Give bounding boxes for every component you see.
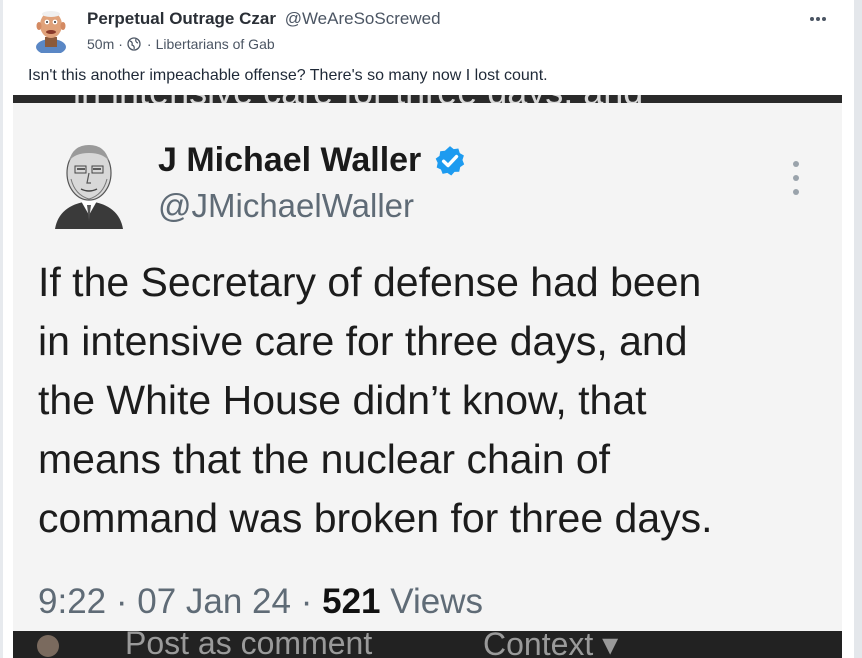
embed-bottom-bar: Post as comment Context ▾: [13, 631, 842, 658]
left-border: [0, 0, 3, 658]
tweet-body-line: If the Secretary of defense had been: [38, 259, 702, 305]
embedded-tweet-image[interactable]: in intensive care for three days, and: [13, 95, 842, 658]
author-line: Perpetual Outrage Czar @WeAreSoScrewed: [87, 9, 441, 29]
tweet-avatar-portrait: [53, 135, 125, 229]
more-options-button[interactable]: [808, 12, 828, 26]
tweet-body-line: in intensive care for three days, and: [38, 318, 688, 364]
tweet-more-dot: [793, 189, 799, 195]
post-time[interactable]: 50m: [87, 36, 114, 52]
gab-post: Perpetual Outrage Czar @WeAreSoScrewed 5…: [0, 0, 862, 658]
tweet-more-dot: [793, 175, 799, 181]
tweet-author-name-text: J Michael Waller: [158, 141, 422, 179]
tweet-author-handle: @JMichaelWaller: [158, 187, 414, 224]
tweet-date: 07 Jan 24: [137, 582, 291, 621]
post-meta: 50m · · Libertarians of Gab: [87, 36, 275, 52]
tweet-author-name: J Michael Waller: [158, 141, 467, 180]
tweet-footer: 9:22 · 07 Jan 24 · 521 Views: [38, 582, 483, 622]
more-vertical-icon: [791, 161, 801, 195]
more-horizontal-icon: [810, 17, 814, 21]
post-header: Perpetual Outrage Czar @WeAreSoScrewed 5…: [30, 5, 830, 55]
avatar-image: [30, 7, 74, 53]
more-dot: [816, 17, 820, 21]
tweet-views-count: 521: [322, 582, 381, 621]
group-link[interactable]: Libertarians of Gab: [156, 36, 275, 52]
tweet-body: If the Secretary of defense had been in …: [38, 253, 828, 548]
bottom-avatar: [37, 635, 59, 657]
meta-separator: ·: [146, 36, 152, 52]
tweet-separator: ·: [300, 582, 313, 621]
right-border: [854, 0, 862, 658]
tweet-body-line: the White House didn’t know, that: [38, 377, 647, 423]
tweet-more-dot: [793, 161, 799, 167]
tweet-separator: ·: [115, 582, 128, 621]
tweet-avatar: [53, 135, 125, 229]
tweet-body-line: command was broken for three days.: [38, 495, 713, 541]
embed-top-strip: in intensive care for three days, and: [13, 95, 842, 103]
embed-top-strip-text: in intensive care for three days, and: [73, 95, 643, 103]
tweet-time: 9:22: [38, 582, 107, 621]
tweet-views-label: Views: [390, 582, 483, 621]
meta-separator: ·: [118, 36, 123, 52]
tweet-body-line: means that the nuclear chain of: [38, 436, 611, 482]
more-dot: [822, 17, 826, 21]
verified-badge-icon: [435, 145, 465, 175]
globe-icon: [127, 37, 141, 51]
post-body: Isn't this another impeachable offense? …: [28, 67, 548, 84]
author-name[interactable]: Perpetual Outrage Czar: [87, 9, 276, 28]
avatar[interactable]: [30, 7, 74, 53]
context-label: Context ▾: [483, 631, 619, 658]
tweet-card: J Michael Waller @JMichaelWaller If the …: [13, 103, 842, 631]
author-handle[interactable]: @WeAreSoScrewed: [285, 9, 441, 28]
post-as-comment-label: Post as comment: [125, 631, 373, 658]
